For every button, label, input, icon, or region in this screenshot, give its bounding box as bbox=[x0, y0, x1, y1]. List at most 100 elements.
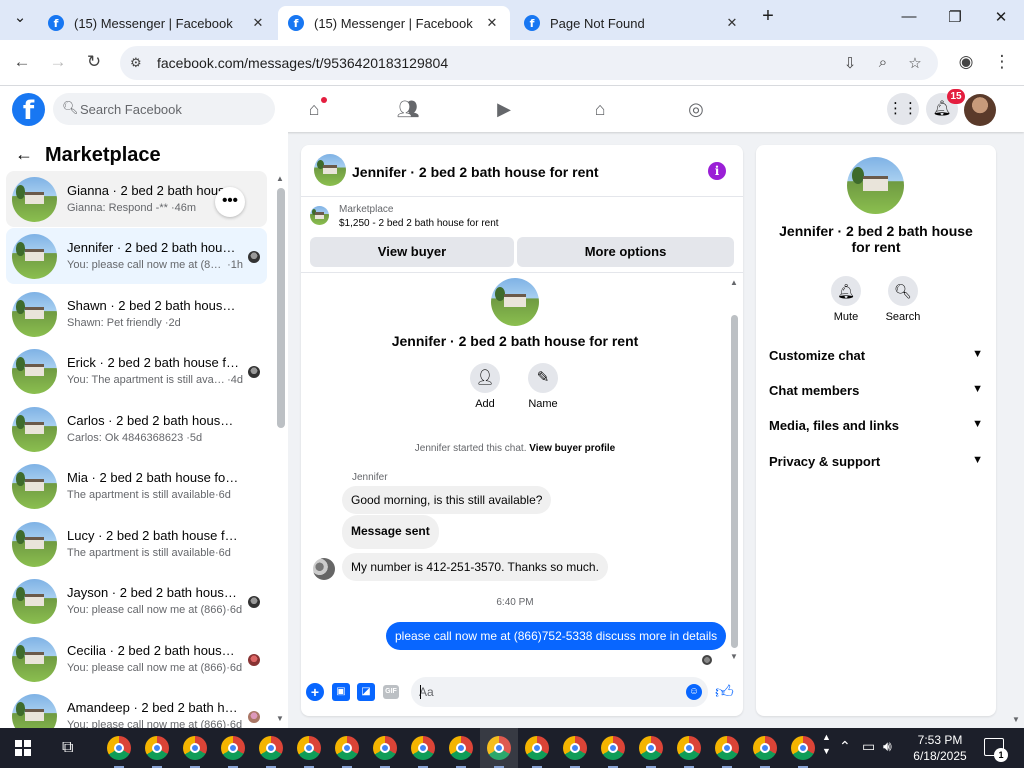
chat-avatar[interactable] bbox=[314, 154, 346, 186]
search-action[interactable]: 🔍︎ Search bbox=[873, 276, 933, 323]
plus-icon[interactable]: + bbox=[306, 683, 324, 701]
customize-chat-section[interactable]: Customize chat ▼ bbox=[769, 348, 983, 368]
conversation-item[interactable]: Shawn · 2 bed 2 bath house for rent Shaw… bbox=[6, 286, 267, 342]
browser-tab-3[interactable]: f Page Not Found ✕ bbox=[514, 6, 750, 40]
scroll-down-arrow-icon[interactable]: ▼ bbox=[730, 652, 738, 661]
video-icon[interactable]: ▶ bbox=[491, 96, 517, 122]
new-tab-plus-icon[interactable]: + bbox=[756, 5, 780, 28]
chrome-taskbar-icon[interactable] bbox=[297, 736, 321, 760]
account-avatar[interactable] bbox=[964, 94, 996, 126]
chat-scrollbar[interactable] bbox=[731, 315, 738, 648]
reload-icon[interactable]: ↻ bbox=[82, 52, 106, 72]
scroll-up-arrow-icon[interactable]: ▲ bbox=[730, 278, 738, 287]
site-info-icon[interactable]: ⚙ bbox=[130, 55, 142, 71]
info-icon[interactable]: i bbox=[708, 162, 726, 180]
chrome-taskbar-icon[interactable] bbox=[107, 736, 131, 760]
scroll-up-arrow-icon[interactable]: ▲ bbox=[276, 174, 284, 183]
conversation-item[interactable]: Jennifer · 2 bed 2 bath house for rent Y… bbox=[6, 228, 267, 284]
facebook-logo-icon[interactable]: f bbox=[12, 93, 45, 126]
chrome-taskbar-icon[interactable] bbox=[335, 736, 359, 760]
close-icon[interactable]: ✕ bbox=[250, 15, 266, 31]
speaker-icon[interactable]: 🔊︎ bbox=[883, 738, 892, 755]
conversation-item[interactable]: Jayson · 2 bed 2 bath house for rent You… bbox=[6, 573, 267, 629]
close-icon[interactable]: ✕ bbox=[724, 15, 740, 31]
page-scroll-down-icon[interactable]: ▼ bbox=[1012, 715, 1020, 724]
message-input-box[interactable]: ☺ bbox=[411, 677, 708, 707]
message-input[interactable] bbox=[419, 677, 679, 707]
taskbar-clock[interactable]: 7:53 PM 6/18/2025 bbox=[905, 732, 975, 764]
outgoing-message[interactable]: please call now me at (866)752-5338 disc… bbox=[386, 622, 727, 650]
chrome-taskbar-icon[interactable] bbox=[221, 736, 245, 760]
chrome-taskbar-icon[interactable] bbox=[183, 736, 207, 760]
search-icon[interactable]: 🔍︎ bbox=[888, 276, 918, 306]
browser-tab-2[interactable]: f (15) Messenger | Facebook ✕ bbox=[278, 6, 510, 40]
bookmark-star-icon[interactable]: ☆ bbox=[905, 54, 925, 72]
windows-start-icon[interactable] bbox=[15, 740, 31, 756]
forward-arrow-icon[interactable]: → bbox=[46, 52, 70, 72]
pencil-icon[interactable]: ✎ bbox=[528, 363, 558, 393]
sender-avatar[interactable] bbox=[313, 558, 335, 580]
minimize-icon[interactable]: — bbox=[897, 8, 921, 25]
chrome-taskbar-icon[interactable] bbox=[753, 736, 777, 760]
add-person-icon[interactable]: 👤︎ bbox=[470, 363, 500, 393]
tab-search-chevron-icon[interactable]: ⌄ bbox=[8, 8, 32, 26]
chat-title[interactable]: Jennifer · 2 bed 2 bath house for rent bbox=[352, 164, 599, 180]
conversation-item[interactable]: Erick · 2 bed 2 bath house for rent You:… bbox=[6, 343, 267, 399]
conversation-item[interactable]: Cecilia · 2 bed 2 bath house for rent Yo… bbox=[6, 631, 267, 687]
close-icon[interactable]: ✕ bbox=[484, 15, 500, 31]
sidebar-scrollbar[interactable] bbox=[277, 188, 285, 428]
conversation-item[interactable]: Gianna · 2 bed 2 bath house for rent Gia… bbox=[6, 171, 267, 227]
conversation-item[interactable]: Lucy · 2 bed 2 bath house for rent The a… bbox=[6, 516, 267, 572]
conversation-item[interactable]: Amandeep · 2 bed 2 bath house for rent Y… bbox=[6, 688, 267, 728]
chrome-taskbar-icon[interactable] bbox=[259, 736, 283, 760]
url-text[interactable]: facebook.com/messages/t/9536420183129804 bbox=[157, 55, 448, 71]
emoji-icon[interactable]: ☺ bbox=[686, 684, 702, 700]
meet-now-icon[interactable]: ▭ bbox=[862, 738, 875, 755]
chrome-taskbar-icon[interactable] bbox=[373, 736, 397, 760]
browser-tab-1[interactable]: f (15) Messenger | Facebook ✕ bbox=[38, 6, 276, 40]
image-icon[interactable]: ▣ bbox=[332, 683, 350, 701]
browser-menu-icon[interactable]: ⋮ bbox=[990, 52, 1014, 72]
chrome-taskbar-icon[interactable] bbox=[525, 736, 549, 760]
facebook-search-input[interactable] bbox=[80, 93, 265, 125]
incoming-message[interactable]: My number is 412-251-3570. Thanks so muc… bbox=[342, 553, 608, 581]
sticker-icon[interactable]: ◪ bbox=[357, 683, 375, 701]
chrome-taskbar-icon[interactable] bbox=[639, 736, 663, 760]
chat-members-section[interactable]: Chat members ▼ bbox=[769, 383, 983, 403]
conversation-item[interactable]: Mia · 2 bed 2 bath house for rent The ap… bbox=[6, 458, 267, 514]
chrome-taskbar-icon[interactable] bbox=[715, 736, 739, 760]
restore-icon[interactable]: ❐ bbox=[943, 8, 967, 26]
chrome-taskbar-icon[interactable] bbox=[411, 736, 435, 760]
window-close-icon[interactable]: ✕ bbox=[989, 8, 1013, 26]
taskbar-scroll-icon[interactable]: ▲ ▼ bbox=[822, 730, 831, 758]
name-action[interactable]: ✎ Name bbox=[513, 363, 573, 410]
menu-grid-icon[interactable]: ⋮⋮ bbox=[887, 93, 919, 125]
chrome-taskbar-icon[interactable] bbox=[791, 736, 815, 760]
chrome-taskbar-icon[interactable] bbox=[449, 736, 473, 760]
friends-icon[interactable]: 👥︎ bbox=[395, 96, 421, 122]
chrome-taskbar-icon[interactable] bbox=[563, 736, 587, 760]
scroll-down-arrow-icon[interactable]: ▼ bbox=[276, 714, 284, 723]
thumbs-up-icon[interactable]: 👍︎ bbox=[715, 681, 734, 703]
gif-icon[interactable]: GIF bbox=[383, 685, 399, 699]
incoming-message[interactable]: Message sent bbox=[342, 515, 439, 549]
chrome-taskbar-icon[interactable] bbox=[677, 736, 701, 760]
chrome-taskbar-icon[interactable] bbox=[145, 736, 169, 760]
back-arrow-icon[interactable]: ← bbox=[10, 52, 34, 72]
chrome-taskbar-icon[interactable] bbox=[601, 736, 625, 760]
bell-icon[interactable]: 🔔︎ bbox=[831, 276, 861, 306]
profile-icon[interactable]: ◉ bbox=[954, 52, 978, 72]
address-bar[interactable]: ⚙ facebook.com/messages/t/95364201831298… bbox=[120, 46, 938, 80]
incoming-message[interactable]: Good morning, is this still available? bbox=[342, 486, 552, 514]
task-view-icon[interactable]: ⧉ bbox=[62, 739, 73, 757]
install-app-icon[interactable]: ⇩ bbox=[840, 54, 860, 72]
view-buyer-button[interactable]: View buyer bbox=[310, 237, 514, 267]
more-options-button[interactable]: More options bbox=[517, 237, 734, 267]
privacy-support-section[interactable]: Privacy & support ▼ bbox=[769, 454, 983, 474]
back-arrow-icon[interactable]: ← bbox=[15, 144, 33, 165]
facebook-search[interactable]: 🔍︎ bbox=[53, 93, 275, 125]
zoom-icon[interactable]: ⌕ bbox=[873, 54, 893, 71]
mute-action[interactable]: 🔔︎ Mute bbox=[816, 276, 876, 323]
show-hidden-icons-icon[interactable]: ⌃ bbox=[839, 738, 851, 755]
groups-icon[interactable]: ◎ bbox=[683, 96, 709, 122]
